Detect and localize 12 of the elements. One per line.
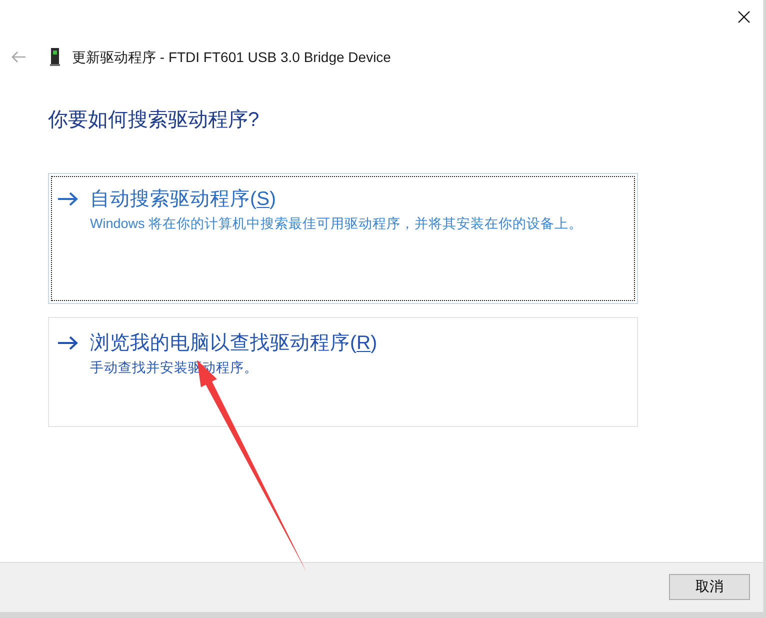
arrow-right-icon — [58, 192, 78, 206]
question-heading: 你要如何搜索驱动程序? — [48, 108, 260, 133]
arrow-right-icon — [58, 336, 78, 350]
cancel-button[interactable]: 取消 — [669, 574, 750, 600]
dialog-title: 更新驱动程序 - FTDI FT601 USB 3.0 Bridge Device — [72, 48, 391, 67]
device-icon — [50, 48, 60, 66]
command-link-option[interactable]: 自动搜索驱动程序(S) Windows 将在你的计算机中搜索最佳可用驱动程序，并将其安装在你的设备上。 — [48, 173, 638, 304]
command-link-description: Windows 将在你的计算机中搜索最佳可用驱动程序，并将其安装在你的设备上。 — [90, 215, 584, 233]
arrow-left-icon — [10, 51, 26, 63]
close-icon — [738, 11, 750, 23]
command-link-title: 自动搜索驱动程序(S) — [90, 187, 278, 212]
command-link-title: 浏览我的电脑以查找驱动程序(R) — [90, 331, 378, 356]
